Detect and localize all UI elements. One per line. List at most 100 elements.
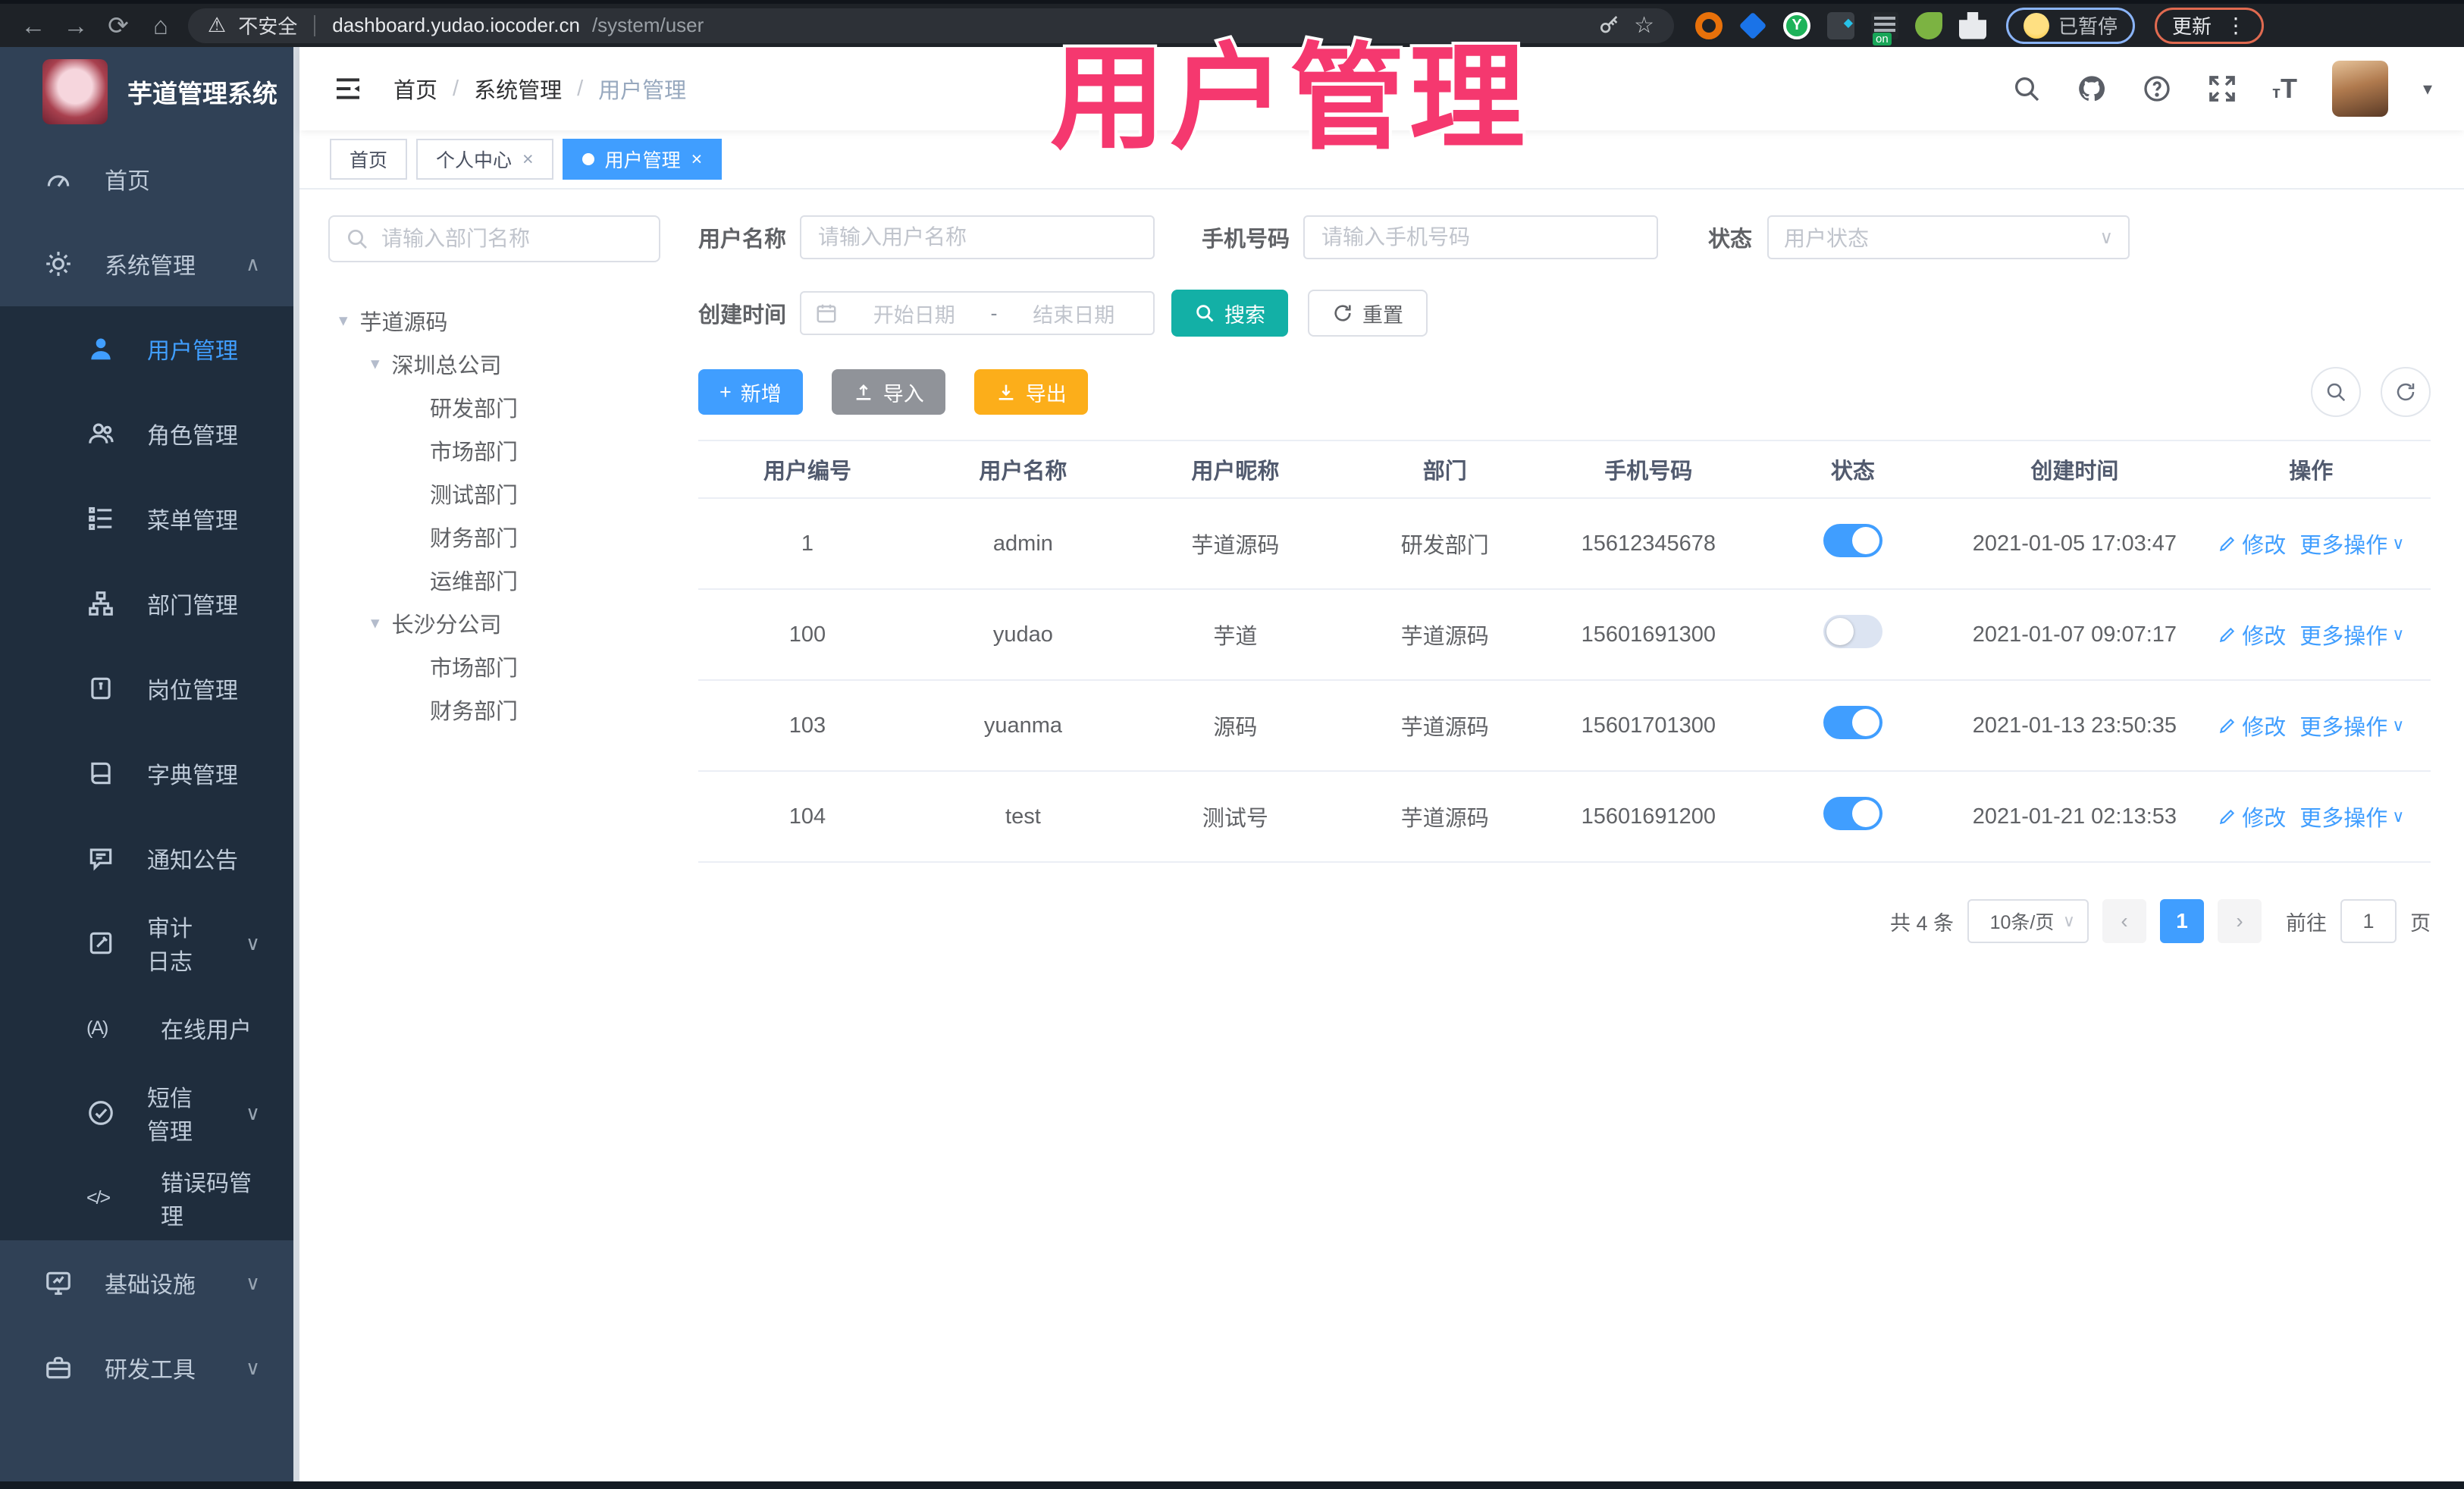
caret-down-icon[interactable]: ▾ bbox=[2423, 78, 2432, 100]
refresh-table-button[interactable] bbox=[2381, 367, 2431, 417]
browser-update-button[interactable]: 更新 ⋮ bbox=[2155, 7, 2265, 44]
fullscreen-icon[interactable] bbox=[2207, 74, 2237, 104]
page-1-button[interactable]: 1 bbox=[2160, 899, 2204, 943]
import-button[interactable]: 导入 bbox=[831, 369, 945, 415]
next-page-button[interactable]: › bbox=[2218, 899, 2262, 943]
sidebar-item-dept-mgmt[interactable]: 部门管理 bbox=[0, 561, 293, 646]
status-toggle[interactable] bbox=[1823, 797, 1882, 830]
reload-icon[interactable]: ⟳ bbox=[97, 4, 140, 47]
tree-node[interactable]: 测试部门 bbox=[328, 472, 660, 515]
tree-expand-icon[interactable]: ▾ bbox=[371, 613, 380, 633]
security-label[interactable]: 不安全 bbox=[238, 11, 297, 39]
help-icon[interactable] bbox=[2142, 74, 2172, 104]
sidebar-item-notice[interactable]: 通知公告 bbox=[0, 816, 293, 901]
username-input[interactable] bbox=[804, 225, 1151, 249]
status-toggle[interactable] bbox=[1823, 706, 1882, 739]
profile-paused-chip[interactable]: 已暂停 bbox=[2006, 7, 2136, 44]
sidebar-item-home[interactable]: 首页 bbox=[0, 136, 293, 221]
sidebar-item-online-users[interactable]: (A) 在线用户 bbox=[0, 986, 293, 1071]
tab-home[interactable]: 首页 bbox=[330, 139, 408, 180]
browser-menu-icon[interactable]: ⋮ bbox=[2225, 13, 2246, 38]
breadcrumb-home[interactable]: 首页 bbox=[393, 73, 437, 105]
edit-link[interactable]: 修改 bbox=[2218, 801, 2286, 832]
search-icon bbox=[348, 230, 367, 249]
forward-icon[interactable]: → bbox=[55, 4, 97, 47]
extension-icon[interactable]: Y bbox=[1783, 11, 1810, 39]
tab-user-mgmt[interactable]: 用户管理 × bbox=[562, 139, 723, 180]
url-path[interactable]: /system/user bbox=[592, 14, 704, 37]
dept-search-input[interactable] bbox=[381, 227, 644, 251]
sidebar-item-audit-log[interactable]: 审计日志 ∨ bbox=[0, 901, 293, 986]
font-size-icon[interactable]: тT bbox=[2272, 73, 2297, 105]
more-actions-link[interactable]: 更多操作 ∨ bbox=[2299, 619, 2404, 650]
avatar[interactable] bbox=[2331, 61, 2388, 117]
sidebar-item-sms-mgmt[interactable]: 短信管理 ∨ bbox=[0, 1071, 293, 1155]
close-icon[interactable]: × bbox=[691, 149, 703, 171]
extension-icon[interactable] bbox=[1871, 11, 1898, 45]
more-actions-link[interactable]: 更多操作 ∨ bbox=[2299, 710, 2404, 741]
edit-link[interactable]: 修改 bbox=[2218, 528, 2286, 560]
sidebar-item-infrastructure[interactable]: 基础设施 ∨ bbox=[0, 1240, 293, 1325]
tree-expand-icon[interactable]: ▾ bbox=[339, 310, 348, 331]
sidebar-item-system[interactable]: 系统管理 ∧ bbox=[0, 221, 293, 306]
extensions-puzzle-icon[interactable] bbox=[1959, 11, 1986, 39]
close-icon[interactable]: × bbox=[522, 149, 534, 171]
address-bar[interactable]: ⚠ 不安全 dashboard.yudao.iocoder.cn /system… bbox=[188, 8, 1674, 43]
edit-link[interactable]: 修改 bbox=[2218, 710, 2286, 741]
sidebar-item-role-mgmt[interactable]: 角色管理 bbox=[0, 391, 293, 476]
github-icon[interactable] bbox=[2077, 74, 2107, 104]
more-actions-link[interactable]: 更多操作 ∨ bbox=[2299, 528, 2404, 560]
add-user-button[interactable]: + 新增 bbox=[698, 369, 803, 415]
page-size-select[interactable]: 10条/页 ∨ bbox=[1967, 899, 2089, 943]
tree-expand-icon[interactable]: ▾ bbox=[371, 353, 380, 374]
url-host[interactable]: dashboard.yudao.iocoder.cn bbox=[332, 14, 580, 37]
tree-node[interactable]: 运维部门 bbox=[328, 558, 660, 601]
extension-icon[interactable] bbox=[1827, 11, 1854, 39]
back-icon[interactable]: ← bbox=[12, 4, 55, 47]
sidebar-item-error-code[interactable]: </> 错误码管理 bbox=[0, 1155, 293, 1240]
breadcrumb-system[interactable]: 系统管理 bbox=[474, 73, 562, 105]
tree-node[interactable]: 财务部门 bbox=[328, 515, 660, 558]
topbar-actions: тT ▾ bbox=[2011, 61, 2432, 117]
star-icon[interactable]: ☆ bbox=[1634, 12, 1654, 39]
tree-node[interactable]: ▾ 长沙分公司 bbox=[328, 601, 660, 644]
sidebar-item-post-mgmt[interactable]: 岗位管理 bbox=[0, 646, 293, 731]
tree-node[interactable]: 市场部门 bbox=[328, 644, 660, 688]
tree-node[interactable]: 研发部门 bbox=[328, 385, 660, 428]
tree-node[interactable]: ▾ 芋道源码 bbox=[328, 299, 660, 342]
pencil-icon bbox=[2220, 809, 2235, 825]
sidebar-item-menu-mgmt[interactable]: 菜单管理 bbox=[0, 476, 293, 561]
key-icon[interactable] bbox=[1597, 14, 1622, 38]
app-logo[interactable]: 芋道管理系统 bbox=[0, 47, 293, 136]
more-actions-link[interactable]: 更多操作 ∨ bbox=[2299, 801, 2404, 832]
tree-node[interactable]: ▾ 深圳总公司 bbox=[328, 342, 660, 385]
show-search-button[interactable] bbox=[2311, 367, 2361, 417]
mobile-input[interactable] bbox=[1308, 225, 1654, 249]
tree-node[interactable]: 财务部门 bbox=[328, 688, 660, 731]
org-tree-icon bbox=[89, 591, 113, 616]
sidebar-item-user-mgmt[interactable]: 用户管理 bbox=[0, 306, 293, 391]
date-range-picker[interactable]: 开始日期 - 结束日期 bbox=[800, 291, 1155, 335]
extension-icon[interactable] bbox=[1738, 11, 1767, 39]
gear-icon bbox=[46, 252, 71, 276]
extension-icon[interactable] bbox=[1915, 11, 1942, 39]
sidebar-item-dev-tools[interactable]: 研发工具 ∨ bbox=[0, 1325, 293, 1410]
search-icon[interactable] bbox=[2011, 74, 2042, 104]
table-header-row: 用户编号 用户名称 用户昵称 部门 手机号码 状态 创建时间 操作 bbox=[698, 440, 2431, 499]
edit-link[interactable]: 修改 bbox=[2218, 619, 2286, 650]
prev-page-button[interactable]: ‹ bbox=[2102, 899, 2146, 943]
reset-button[interactable]: 重置 bbox=[1308, 290, 1428, 337]
sidebar-collapse-icon[interactable] bbox=[331, 74, 365, 104]
status-toggle[interactable] bbox=[1823, 524, 1882, 557]
search-button[interactable]: 搜索 bbox=[1171, 290, 1289, 337]
status-toggle[interactable] bbox=[1823, 615, 1882, 648]
export-button[interactable]: 导出 bbox=[973, 369, 1088, 415]
status-select[interactable]: 用户状态 ∨ bbox=[1767, 215, 2130, 259]
sidebar-item-dict-mgmt[interactable]: 字典管理 bbox=[0, 731, 293, 816]
tree-node[interactable]: 市场部门 bbox=[328, 428, 660, 472]
pagination: 共 4 条 10条/页 ∨ ‹ 1 › 前往 页 bbox=[698, 899, 2431, 943]
home-icon[interactable]: ⌂ bbox=[140, 4, 182, 47]
goto-page-input[interactable] bbox=[2340, 899, 2397, 943]
extension-icon[interactable] bbox=[1695, 11, 1723, 39]
tab-profile[interactable]: 个人中心 × bbox=[416, 139, 553, 180]
